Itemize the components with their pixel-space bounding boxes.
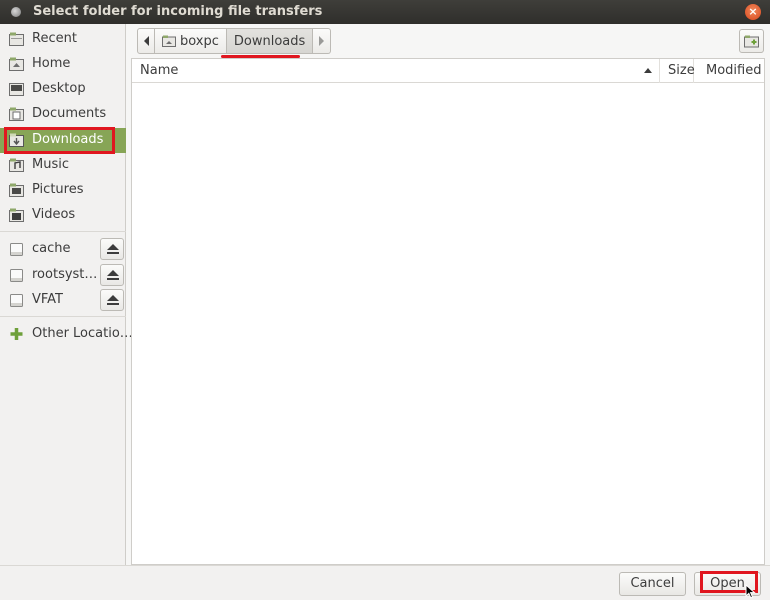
- eject-icon: [107, 295, 119, 301]
- downloads-icon: [9, 133, 24, 147]
- sidebar-item-label: Other Locatio…: [32, 326, 133, 341]
- desktop-icon: [9, 83, 24, 96]
- sidebar-item-label: cache: [32, 241, 71, 256]
- sidebar-item-label: Documents: [32, 106, 107, 121]
- path-segment-label: boxpc: [180, 33, 219, 49]
- new-folder-icon: [744, 35, 759, 48]
- documents-icon: [9, 107, 24, 121]
- eject-icon: [107, 244, 119, 250]
- sidebar-item-pictures[interactable]: Pictures: [0, 178, 126, 203]
- column-name-header[interactable]: Name: [132, 59, 660, 83]
- music-icon: [9, 158, 24, 172]
- cancel-button[interactable]: Cancel: [619, 572, 686, 596]
- sidebar-item-label: Music: [32, 157, 69, 172]
- sidebar-item-label: VFAT: [32, 292, 64, 307]
- sort-ascending-icon: [644, 68, 652, 73]
- window-menu-icon[interactable]: [11, 7, 21, 17]
- sidebar-item-videos[interactable]: Videos: [0, 203, 126, 228]
- plus-icon: [10, 328, 23, 340]
- sidebar-item-label: rootsyst…: [32, 267, 98, 282]
- home-folder-icon: [162, 35, 176, 47]
- window-title: Select folder for incoming file transfer…: [33, 4, 323, 19]
- path-back-button[interactable]: [137, 28, 155, 54]
- action-bar: Cancel Open: [0, 565, 770, 600]
- sidebar-item-label: Home: [32, 56, 71, 71]
- sidebar-item-documents[interactable]: Documents: [0, 102, 126, 127]
- sidebar-item-cache[interactable]: cache: [0, 237, 126, 262]
- drive-icon: [10, 294, 23, 307]
- file-list[interactable]: Name Size Modified: [131, 58, 765, 565]
- sidebar-item-label: Videos: [32, 207, 76, 222]
- drive-icon: [10, 243, 23, 256]
- sidebar-separator: [0, 316, 126, 317]
- sidebar-item-rootsystem[interactable]: rootsyst…: [0, 263, 126, 288]
- sidebar-item-label: Recent: [32, 31, 77, 46]
- sidebar-item-downloads[interactable]: Downloads: [0, 128, 126, 153]
- path-segment-downloads[interactable]: Downloads: [226, 28, 314, 54]
- sidebar-item-vfat[interactable]: VFAT: [0, 288, 126, 313]
- chevron-left-icon: [143, 36, 149, 46]
- close-icon[interactable]: ×: [745, 4, 761, 20]
- recent-icon: [9, 32, 24, 46]
- sidebar-item-label: Desktop: [32, 81, 86, 96]
- path-forward-button[interactable]: [313, 28, 332, 54]
- sidebar-item-label: Pictures: [32, 182, 84, 197]
- eject-icon: [107, 270, 119, 276]
- title-bar: Select folder for incoming file transfer…: [0, 0, 770, 24]
- videos-icon: [9, 208, 24, 222]
- chevron-right-icon: [319, 36, 325, 46]
- eject-button[interactable]: [100, 238, 124, 260]
- eject-button[interactable]: [100, 289, 124, 311]
- sidebar-item-music[interactable]: Music: [0, 153, 126, 178]
- sidebar-item-recent[interactable]: Recent: [0, 27, 126, 52]
- sidebar-item-label: Downloads: [32, 132, 104, 147]
- mouse-cursor-icon: [745, 584, 756, 599]
- column-size-header[interactable]: Size: [660, 59, 695, 83]
- path-bar: boxpc Downloads: [137, 28, 332, 54]
- sidebar-item-home[interactable]: Home: [0, 52, 126, 77]
- sidebar: Recent Home Desktop Documents Downloads …: [0, 24, 133, 565]
- column-modified-header[interactable]: Modified: [694, 59, 764, 83]
- eject-button[interactable]: [100, 264, 124, 286]
- column-label: Modified: [706, 63, 762, 78]
- pictures-icon: [9, 183, 24, 197]
- column-label: Name: [140, 63, 179, 78]
- sidebar-item-desktop[interactable]: Desktop: [0, 77, 126, 102]
- sidebar-item-other-locations[interactable]: Other Locatio…: [0, 322, 133, 347]
- path-segment-boxpc[interactable]: boxpc: [155, 28, 227, 54]
- drive-icon: [10, 269, 23, 282]
- file-list-header: Name Size Modified: [132, 59, 764, 83]
- sidebar-separator: [0, 231, 126, 232]
- home-icon: [9, 57, 24, 71]
- path-segment-label: Downloads: [233, 33, 306, 49]
- column-label: Size: [668, 63, 695, 78]
- create-folder-button[interactable]: [739, 29, 764, 53]
